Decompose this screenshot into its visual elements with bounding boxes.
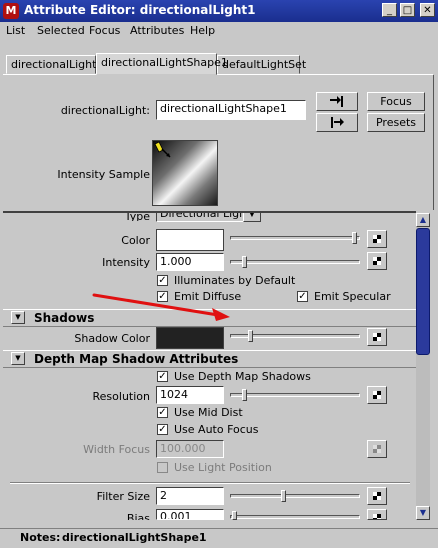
use-light-position-checkbox — [157, 462, 168, 473]
checker-icon — [373, 257, 381, 265]
minimize-button[interactable]: _ — [382, 3, 397, 17]
tab-default-light-set[interactable]: defaultLightSet — [217, 55, 306, 74]
bias-map-button[interactable] — [367, 509, 387, 520]
menu-attributes[interactable]: Attributes — [130, 24, 184, 37]
go-to-input-icon — [330, 96, 343, 107]
scroll-down-button[interactable]: ▼ — [416, 506, 430, 520]
illuminates-by-default-label: Illuminates by Default — [174, 274, 296, 287]
width-focus-map-button — [367, 440, 387, 458]
chevron-up-icon: ▲ — [419, 215, 427, 224]
maya-app-icon: M — [3, 3, 19, 19]
shadows-section-title: Shadows — [34, 311, 95, 325]
close-button[interactable]: ✕ — [420, 3, 435, 17]
shadows-collapse-icon[interactable]: ▼ — [11, 311, 25, 324]
close-icon: ✕ — [423, 5, 432, 16]
use-mid-dist-checkbox[interactable]: ✓ — [157, 407, 168, 418]
notes-label: Notes: — [20, 531, 61, 544]
menu-selected[interactable]: Selected — [37, 24, 85, 37]
illuminates-by-default-checkbox[interactable]: ✓ — [157, 275, 168, 286]
use-mid-dist-label: Use Mid Dist — [174, 406, 243, 419]
chevron-down-icon: ▼ — [419, 508, 427, 517]
depth-map-section-title: Depth Map Shadow Attributes — [34, 352, 239, 366]
intensity-field[interactable]: 1.000 — [156, 253, 224, 271]
node-name-label: directionalLight: — [60, 104, 150, 117]
intensity-label: Intensity — [102, 256, 150, 269]
intensity-slider-handle[interactable] — [242, 256, 248, 268]
width-focus-label: Width Focus — [83, 443, 150, 456]
shadow-color-map-button[interactable] — [367, 328, 387, 346]
tab-directional-light-shape[interactable]: directionalLightShape1 — [96, 53, 228, 75]
checker-icon — [373, 333, 381, 341]
presets-button[interactable]: Presets — [367, 113, 425, 132]
use-auto-focus-checkbox[interactable]: ✓ — [157, 424, 168, 435]
window-title: Attribute Editor: directionalLight1 — [24, 3, 256, 17]
go-to-output-button[interactable] — [316, 113, 358, 132]
go-to-input-button[interactable] — [316, 92, 358, 111]
use-auto-focus-label: Use Auto Focus — [174, 423, 259, 436]
maximize-button[interactable]: □ — [400, 3, 415, 17]
checker-icon — [373, 235, 381, 243]
notes-value: directionalLightShape1 — [62, 531, 207, 544]
scrollbar-thumb[interactable] — [416, 228, 430, 355]
color-slider-track[interactable] — [230, 236, 360, 240]
use-light-position-label: Use Light Position — [174, 461, 272, 474]
color-map-button[interactable] — [367, 230, 387, 248]
color-label: Color — [121, 234, 150, 247]
menu-help[interactable]: Help — [190, 24, 215, 37]
filter-size-map-button[interactable] — [367, 487, 387, 505]
shadow-color-slider-handle[interactable] — [248, 330, 254, 342]
bias-slider-track[interactable] — [230, 515, 360, 519]
shadow-color-label: Shadow Color — [74, 332, 150, 345]
minimize-icon: _ — [387, 5, 392, 16]
bias-slider-handle[interactable] — [232, 511, 238, 520]
resolution-slider-track[interactable] — [230, 393, 360, 397]
intensity-sample-label: Intensity Sample — [57, 168, 150, 181]
resolution-label: Resolution — [92, 390, 150, 403]
go-to-output-icon — [331, 117, 344, 128]
scroll-up-button[interactable]: ▲ — [416, 213, 430, 227]
filter-size-slider-handle[interactable] — [281, 490, 287, 502]
tab-directional-light[interactable]: directionalLight1 — [6, 55, 103, 74]
resolution-map-button[interactable] — [367, 386, 387, 404]
node-name-field[interactable]: directionalLightShape1 — [156, 100, 306, 120]
pane-top-edge — [3, 211, 416, 213]
color-swatch[interactable] — [156, 229, 224, 251]
resolution-field[interactable]: 1024 — [156, 386, 224, 404]
filter-size-field[interactable]: 2 — [156, 487, 224, 505]
intensity-map-button[interactable] — [367, 252, 387, 270]
directional-light-icon — [154, 141, 171, 158]
checker-icon — [373, 514, 381, 519]
checker-icon — [373, 492, 381, 500]
resolution-slider-handle[interactable] — [242, 389, 248, 401]
width-focus-field: 100.000 — [156, 440, 224, 458]
shadow-color-swatch[interactable] — [156, 327, 224, 349]
annotation-arrow — [92, 293, 230, 321]
use-depth-map-label: Use Depth Map Shadows — [174, 370, 311, 383]
filter-size-label: Filter Size — [96, 490, 150, 503]
emit-specular-checkbox[interactable]: ✓ — [297, 291, 308, 302]
focus-button[interactable]: Focus — [367, 92, 425, 111]
color-slider-handle[interactable] — [352, 232, 357, 244]
bias-field[interactable]: 0.001 — [156, 509, 224, 520]
menu-focus[interactable]: Focus — [89, 24, 120, 37]
bias-label: Bias — [126, 512, 150, 520]
checker-icon — [373, 445, 381, 453]
filter-size-slider-track[interactable] — [230, 494, 360, 498]
intensity-slider-track[interactable] — [230, 260, 360, 264]
use-depth-map-checkbox[interactable]: ✓ — [157, 371, 168, 382]
maximize-icon: □ — [402, 5, 413, 16]
menu-list[interactable]: List — [6, 24, 25, 37]
depth-map-collapse-icon[interactable]: ▼ — [11, 352, 25, 365]
section-divider — [10, 482, 410, 484]
checker-icon — [373, 391, 381, 399]
emit-specular-label: Emit Specular — [314, 290, 391, 303]
